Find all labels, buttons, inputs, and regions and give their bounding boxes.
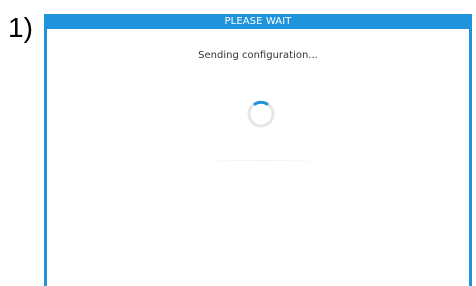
- faint-divider: [197, 160, 327, 161]
- spinner-track: [247, 100, 275, 128]
- loading-spinner-icon: [247, 100, 275, 128]
- please-wait-dialog: PLEASE WAIT Sending configuration...: [44, 14, 472, 286]
- step-number-label: 1): [8, 12, 33, 43]
- spinner-arc: [253, 100, 269, 106]
- dialog-title-bar: PLEASE WAIT: [47, 14, 469, 29]
- dialog-message: Sending configuration...: [198, 50, 318, 61]
